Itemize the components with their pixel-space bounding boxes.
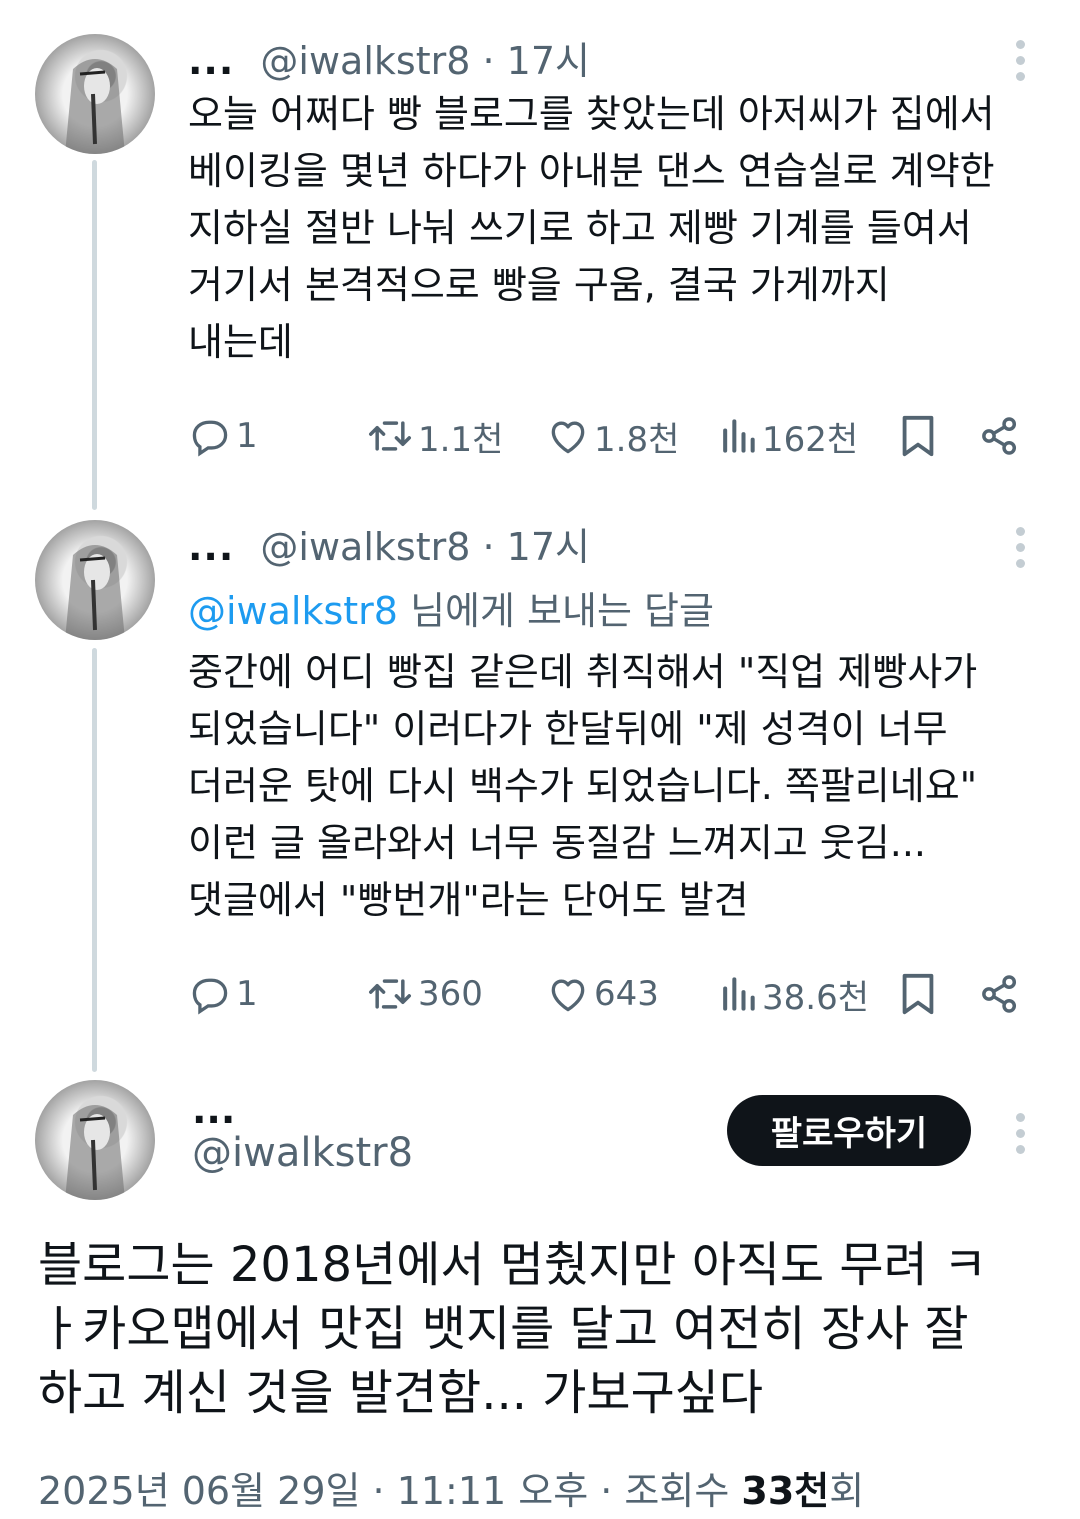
follow-button[interactable]: 팔로우하기 — [727, 1095, 971, 1166]
action-bar: 1 1.1천 1.8천 162천 — [188, 406, 1038, 466]
like-count: 1.8천 — [594, 419, 680, 460]
tweet-text: 블로그는 2018년에서 멈췄지만 아직도 무려 ㅋ ㅏ카오맵에서 맛집 뱃지를… — [38, 1233, 1048, 1425]
tweet-header: ... @iwalkstr8 · 17시 — [188, 30, 590, 85]
share-button[interactable] — [978, 964, 1022, 1024]
more-icon[interactable] — [1014, 40, 1026, 88]
action-bar: 1 360 643 38.6천 — [188, 964, 1038, 1024]
like-count: 643 — [594, 974, 659, 1014]
user-handle[interactable]: @iwalkstr8 — [260, 39, 470, 83]
retweet-count: 1.1천 — [418, 419, 504, 460]
tweet-text-content: 블로그는 2018년에서 멈췄지만 아직도 무려 ㅋ ㅏ카오맵에서 맛집 뱃지를… — [38, 1237, 988, 1421]
bookmark-icon — [902, 973, 934, 1015]
reply-count: 1 — [236, 974, 258, 1014]
thread-line — [92, 648, 97, 1072]
tweet-header: ... @iwalkstr8 · 17시 — [188, 516, 590, 571]
share-icon — [982, 417, 1017, 455]
views-icon — [723, 977, 755, 1011]
tweet-text: 오늘 어쩌다 빵 블로그를 찾았는데 아저씨가 집에서 베이킹을 몇년 하다가 … — [188, 92, 995, 364]
timestamp[interactable]: · 17시 — [482, 525, 589, 569]
bookmark-button[interactable] — [898, 964, 938, 1024]
view-count-suffix: 회 — [829, 1469, 865, 1513]
views-button[interactable]: 162천 — [718, 406, 858, 466]
avatar[interactable] — [35, 34, 155, 154]
reply-icon — [192, 420, 228, 457]
avatar[interactable] — [35, 1080, 155, 1200]
reply-to-line: @iwalkstr8 님에게 보내는 답글 — [188, 580, 714, 635]
views-count: 162천 — [762, 419, 859, 460]
share-button[interactable] — [978, 406, 1022, 466]
more-icon[interactable] — [1014, 1113, 1026, 1161]
tweet-text: 중간에 어디 빵집 같은데 취직해서 "직업 제빵사가 되었습니다" 이러다가 … — [188, 650, 978, 922]
reply-button[interactable]: 1 — [188, 406, 258, 466]
retweet-count: 360 — [418, 974, 483, 1014]
like-icon — [551, 421, 585, 454]
retweet-icon — [369, 421, 411, 451]
more-icon[interactable] — [1014, 527, 1026, 575]
retweet-button[interactable]: 1.1천 — [366, 406, 503, 466]
tweet-date[interactable]: 2025년 06월 29일 · 11:11 오후 · 조회수 — [38, 1469, 741, 1513]
user-handle[interactable]: @iwalkstr8 — [192, 1130, 413, 1176]
like-icon — [551, 979, 585, 1012]
retweet-icon — [369, 979, 411, 1009]
reply-to-label: 님에게 보내는 답글 — [397, 589, 714, 633]
display-name[interactable]: ... — [192, 1088, 235, 1132]
user-handle[interactable]: @iwalkstr8 — [260, 525, 470, 569]
views-count: 38.6천 — [762, 977, 869, 1018]
display-name[interactable]: ... — [188, 525, 234, 569]
views-button[interactable]: 38.6천 — [718, 964, 869, 1024]
reply-to-mention[interactable]: @iwalkstr8 — [188, 589, 398, 633]
bookmark-button[interactable] — [898, 406, 938, 466]
bookmark-icon — [902, 415, 934, 457]
views-icon — [723, 419, 755, 453]
share-icon — [982, 975, 1017, 1013]
like-button[interactable]: 1.8천 — [546, 406, 679, 466]
display-name[interactable]: ... — [188, 39, 234, 83]
thread-line — [92, 160, 97, 510]
reply-count: 1 — [236, 416, 258, 456]
avatar[interactable] — [35, 520, 155, 640]
retweet-button[interactable]: 360 — [366, 964, 483, 1024]
view-count: 33천 — [741, 1469, 830, 1513]
reply-button[interactable]: 1 — [188, 964, 258, 1024]
like-button[interactable]: 643 — [546, 964, 659, 1024]
tweet-meta: 2025년 06월 29일 · 11:11 오후 · 조회수 33천회 — [38, 1460, 864, 1515]
timestamp[interactable]: · 17시 — [482, 39, 589, 83]
reply-icon — [192, 978, 228, 1015]
